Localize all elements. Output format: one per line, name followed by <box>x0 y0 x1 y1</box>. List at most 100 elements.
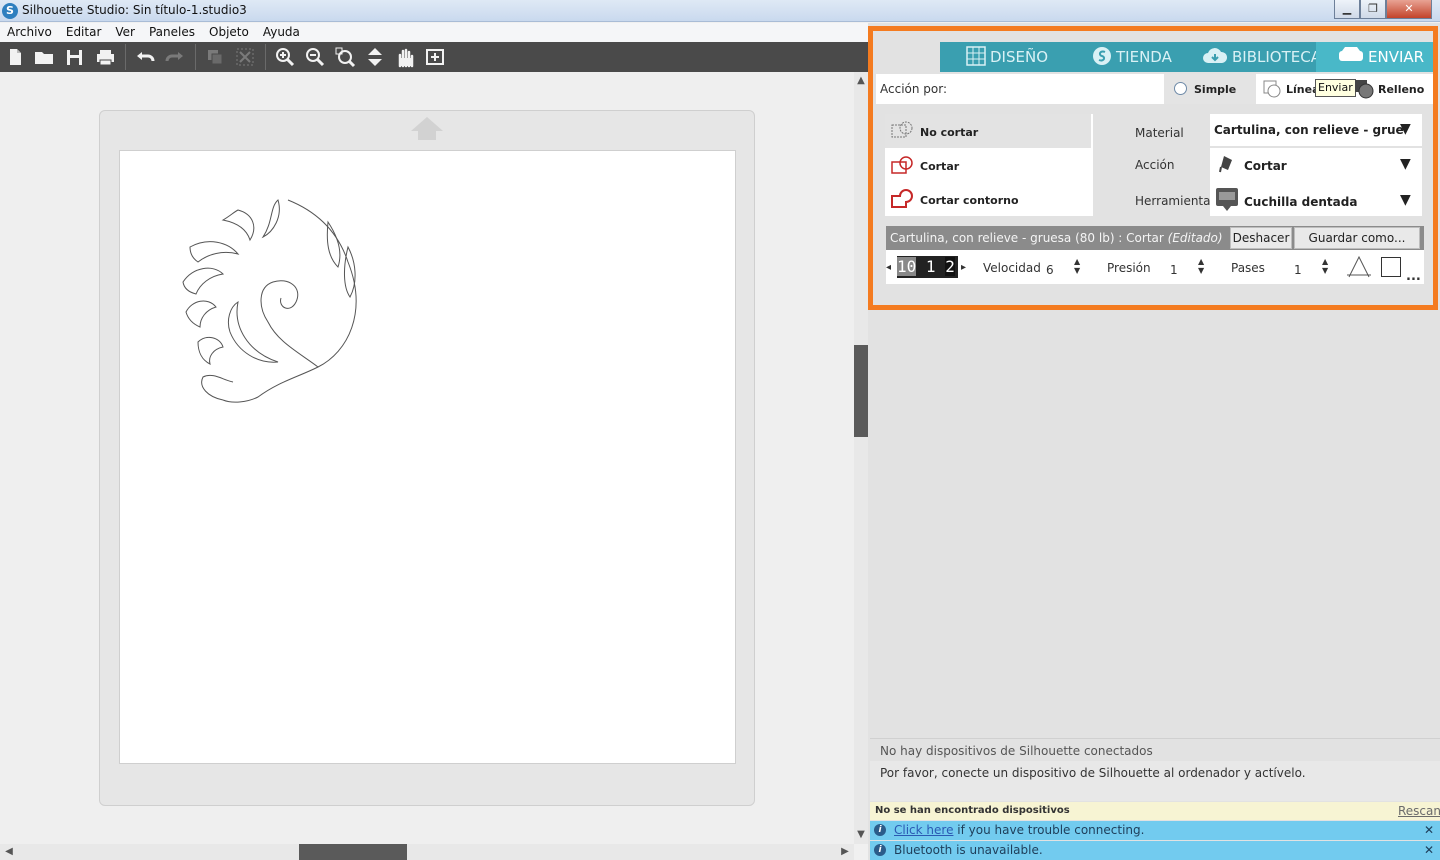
toolbar-separator <box>125 44 126 70</box>
info-icon: i <box>874 824 886 836</box>
checkbox-option[interactable] <box>1381 257 1401 277</box>
toolbar-separator <box>195 44 196 70</box>
pases-value[interactable]: 1 <box>1294 263 1302 277</box>
accion-label: Acción <box>1135 158 1175 172</box>
deshacer-button[interactable]: Deshacer <box>1230 227 1292 249</box>
accion-dropdown[interactable] <box>1210 148 1422 182</box>
scroll-left-arrow[interactable]: ◀ <box>2 845 16 859</box>
connect-message: Por favor, conecte un dispositivo de Sil… <box>880 766 1306 780</box>
menu-bar: Archivo Editar Ver Paneles Objeto Ayuda <box>0 23 868 42</box>
velocidad-spinner[interactable]: ▲ ▼ <box>1074 257 1080 275</box>
guardar-como-button[interactable]: Guardar como... <box>1294 227 1420 249</box>
open-folder-icon[interactable] <box>33 46 55 68</box>
blade-depth-dial[interactable]: 10 1 2 <box>897 256 958 278</box>
zoom-out-icon[interactable] <box>304 46 326 68</box>
relleno-label[interactable]: Relleno <box>1378 83 1424 96</box>
trouble-text: if you have trouble connecting. <box>953 823 1145 837</box>
dropdown-arrow-icon[interactable]: ▼ <box>1400 156 1411 172</box>
menu-paneles[interactable]: Paneles <box>142 23 202 41</box>
cloud-download-icon <box>1203 48 1228 63</box>
feed-direction-icon <box>411 117 443 131</box>
cortar-label: Cortar <box>920 160 960 173</box>
horizontal-scroll-thumb[interactable] <box>299 844 407 860</box>
click-here-link[interactable]: Click here <box>894 823 953 837</box>
presion-value[interactable]: 1 <box>1170 263 1178 277</box>
fit-page-icon[interactable] <box>424 46 446 68</box>
print-icon[interactable] <box>94 46 116 68</box>
app-icon: S <box>2 3 18 19</box>
minimize-button[interactable]: ▁ <box>1334 0 1360 19</box>
scroll-right-arrow[interactable]: ▶ <box>838 845 852 859</box>
zoom-fit-icon[interactable] <box>334 46 356 68</box>
more-options-button[interactable]: ... <box>1406 269 1421 284</box>
preset-edited: (Editado) <box>1167 231 1223 245</box>
ungroup-icon[interactable] <box>234 46 256 68</box>
accion-por-label: Acción por: <box>880 82 948 96</box>
rescan-link[interactable]: Rescan <box>1398 804 1440 818</box>
herramienta-value: Cuchilla dentada <box>1244 195 1358 209</box>
simple-label: Simple <box>1194 83 1237 96</box>
presion-spinner[interactable]: ▲ ▼ <box>1198 257 1204 275</box>
close-info-icon[interactable]: ✕ <box>1424 843 1434 857</box>
line-segment-overcut-icon[interactable] <box>1346 255 1372 279</box>
blade-left-arrow-icon[interactable]: ◂ <box>886 262 891 273</box>
pases-spinner[interactable]: ▲ ▼ <box>1322 257 1328 275</box>
simple-radio[interactable] <box>1174 82 1187 95</box>
group-icon[interactable] <box>204 46 226 68</box>
undo-icon[interactable] <box>134 46 156 68</box>
velocidad-value[interactable]: 6 <box>1046 263 1054 277</box>
menu-ayuda[interactable]: Ayuda <box>256 23 307 41</box>
dropdown-arrow-icon[interactable]: ▼ <box>1400 121 1411 137</box>
no-cortar-label: No cortar <box>920 126 979 139</box>
bluetooth-text: Bluetooth is unavailable. <box>894 843 1043 857</box>
blade-digit-next: 2 <box>945 257 955 276</box>
tab-enviar[interactable]: ENVIAR <box>1316 42 1436 72</box>
redo-icon[interactable] <box>164 46 186 68</box>
tab-tienda[interactable]: TIENDA <box>1092 42 1172 72</box>
no-cut-icon <box>891 121 913 138</box>
scroll-up-arrow[interactable]: ▲ <box>854 74 868 88</box>
pases-label: Pases <box>1231 261 1265 275</box>
fill-icon[interactable] <box>1354 79 1374 99</box>
store-logo-icon <box>1093 47 1111 65</box>
tab-enviar-label: ENVIAR <box>1368 48 1425 66</box>
herramienta-label: Herramienta <box>1135 194 1211 208</box>
close-info-icon[interactable]: ✕ <box>1424 823 1434 837</box>
menu-archivo[interactable]: Archivo <box>0 23 59 41</box>
scroll-down-arrow[interactable]: ▼ <box>854 828 868 842</box>
tab-biblioteca-label: BIBLIOTECA <box>1232 48 1321 66</box>
tab-biblioteca[interactable]: BIBLIOTECA <box>1202 42 1321 72</box>
no-devices-text: No hay dispositivos de Silhouette conect… <box>880 744 1153 758</box>
menu-objeto[interactable]: Objeto <box>202 23 256 41</box>
vertical-scrollbar[interactable] <box>854 72 868 844</box>
menu-ver[interactable]: Ver <box>108 23 142 41</box>
line-icon[interactable] <box>1262 79 1282 99</box>
cut-icon <box>891 156 913 174</box>
blade-right-arrow-icon[interactable]: ▸ <box>961 262 966 273</box>
feed-direction-stem <box>418 130 436 140</box>
menu-editar[interactable]: Editar <box>59 23 109 41</box>
title-bar: S Silhouette Studio: Sin título-1.studio… <box>0 0 1440 22</box>
pan-hand-icon[interactable] <box>394 46 416 68</box>
preset-name: Cartulina, con relieve - gruesa (80 lb) … <box>890 231 1164 245</box>
not-found-text: No se han encontrado dispositivos <box>875 805 1070 816</box>
material-value: Cartulina, con relieve - gruesa (8. <box>1214 123 1404 137</box>
connection-help-text: Click here if you have trouble connectin… <box>894 823 1144 837</box>
cutter-machine-icon <box>1339 47 1363 61</box>
vertical-scroll-thumb[interactable] <box>854 345 868 437</box>
tribal-design-shape[interactable] <box>178 192 368 404</box>
save-icon[interactable] <box>63 46 85 68</box>
maximize-button[interactable]: ❐ <box>1360 0 1386 19</box>
horizontal-scrollbar[interactable] <box>0 844 854 860</box>
zoom-in-icon[interactable] <box>274 46 296 68</box>
blade-digit-current: 1 <box>925 257 936 276</box>
tab-diseno[interactable]: DISEÑO <box>966 42 1048 72</box>
presion-label: Presión <box>1107 261 1151 275</box>
dropdown-arrow-icon[interactable]: ▼ <box>1400 192 1411 208</box>
new-file-icon[interactable] <box>4 46 26 68</box>
window-title: Silhouette Studio: Sin título-1.studio3 <box>22 3 247 17</box>
blade-digit-prev: 10 <box>897 257 917 276</box>
enviar-tooltip: Enviar <box>1315 79 1356 97</box>
close-button[interactable]: ✕ <box>1386 0 1432 19</box>
move-down-icon[interactable] <box>364 46 386 68</box>
